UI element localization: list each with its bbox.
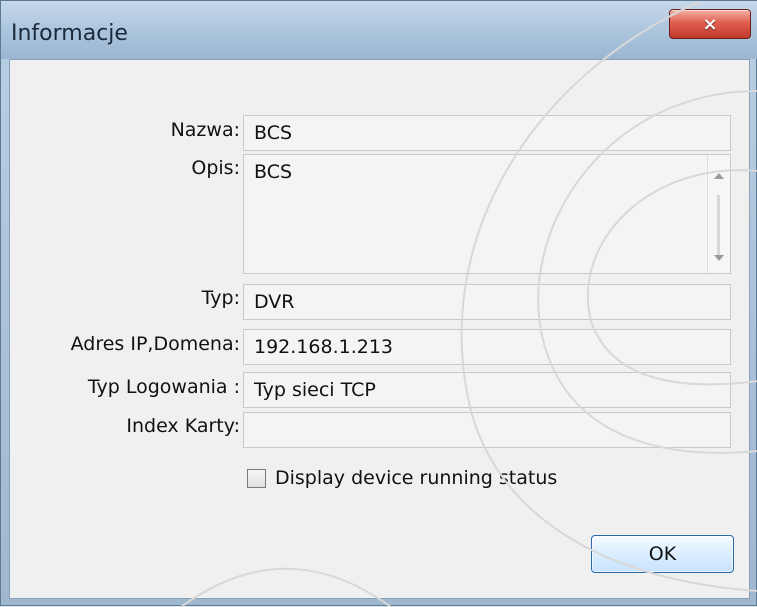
dialog-title: Informacje <box>11 21 128 46</box>
card-index-field[interactable] <box>243 412 731 448</box>
type-field[interactable]: DVR <box>243 284 731 320</box>
close-icon: × <box>702 13 718 35</box>
display-status-label[interactable]: Display device running status <box>275 467 557 489</box>
name-label: Nazwa: <box>170 119 240 141</box>
close-button[interactable]: × <box>669 9 751 39</box>
description-field[interactable]: BCS <box>243 154 731 274</box>
description-scrollbar[interactable] <box>707 155 730 273</box>
scroll-thumb[interactable] <box>717 195 720 255</box>
name-field[interactable]: BCS <box>243 115 731 151</box>
card-index-label: Index Karty: <box>126 415 240 437</box>
chevron-down-icon[interactable] <box>714 255 724 261</box>
login-type-label: Typ Logowania : <box>87 376 240 398</box>
login-type-field[interactable]: Typ sieci TCP <box>243 372 731 408</box>
description-label: Opis: <box>191 157 240 179</box>
chevron-up-icon[interactable] <box>714 173 724 179</box>
description-value: BCS <box>254 161 293 183</box>
ip-address-field[interactable]: 192.168.1.213 <box>243 329 731 365</box>
title-bar[interactable]: Informacje × <box>1 1 757 59</box>
display-status-checkbox[interactable] <box>247 469 266 488</box>
ip-address-label: Adres IP,Domena: <box>70 333 240 355</box>
type-label: Typ: <box>201 287 240 309</box>
information-dialog: Informacje × Nazwa: BCS Opis: BCS Typ: D… <box>0 0 757 607</box>
dialog-client-area: Nazwa: BCS Opis: BCS Typ: DVR Adres IP,D… <box>9 59 750 599</box>
ok-button[interactable]: OK <box>591 535 734 573</box>
